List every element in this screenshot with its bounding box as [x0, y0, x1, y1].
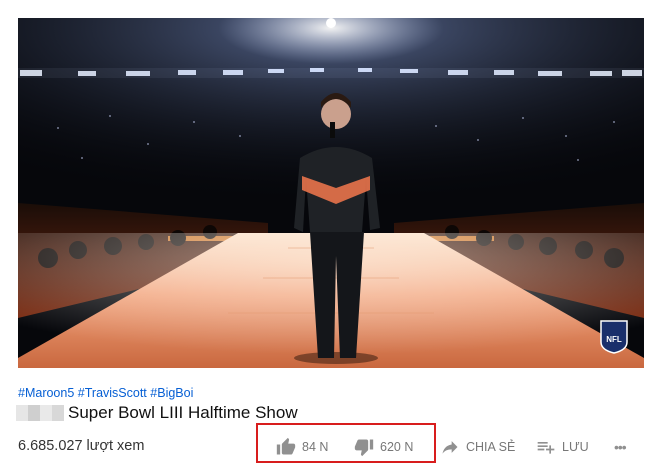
more-icon: •••	[614, 439, 627, 455]
blurred-channel-name	[16, 405, 64, 421]
hashtag-list: #Maroon5 #TravisScott #BigBoi	[18, 386, 193, 400]
hashtag-link[interactable]: #BigBoi	[150, 386, 193, 400]
share-button[interactable]: CHIA SẺ	[440, 433, 515, 461]
playlist-add-icon	[537, 442, 555, 454]
svg-text:NFL: NFL	[606, 335, 622, 344]
share-label: CHIA SẺ	[466, 440, 516, 454]
dislike-count: 620 N	[380, 440, 414, 454]
dislike-button[interactable]: 620 N	[354, 433, 413, 461]
like-count: 84 N	[302, 440, 329, 454]
thumbs-down-icon	[354, 439, 374, 457]
video-player[interactable]: NFL	[18, 18, 644, 368]
video-frame	[18, 18, 644, 368]
like-button[interactable]: 84 N	[276, 433, 328, 461]
share-arrow-icon	[442, 441, 458, 454]
view-count: 6.685.027 lượt xem	[18, 438, 145, 454]
video-title: Super Bowl LIII Halftime Show	[68, 403, 298, 422]
hashtag-link[interactable]: #TravisScott	[78, 386, 147, 400]
more-actions-button[interactable]: •••	[614, 433, 627, 461]
video-watch-page: NFL #Maroon5 #TravisScott #BigBoi Super …	[0, 0, 660, 469]
thumbs-up-icon	[276, 437, 296, 455]
save-label: LƯU	[562, 440, 589, 454]
hashtag-link[interactable]: #Maroon5	[18, 386, 74, 400]
video-actions: 84 N 620 N CHIA SẺ LƯU •••	[270, 433, 660, 461]
save-button[interactable]: LƯU	[536, 433, 589, 461]
nfl-logo: NFL	[600, 320, 628, 354]
title-row: Super Bowl LIII Halftime Show	[16, 402, 298, 424]
